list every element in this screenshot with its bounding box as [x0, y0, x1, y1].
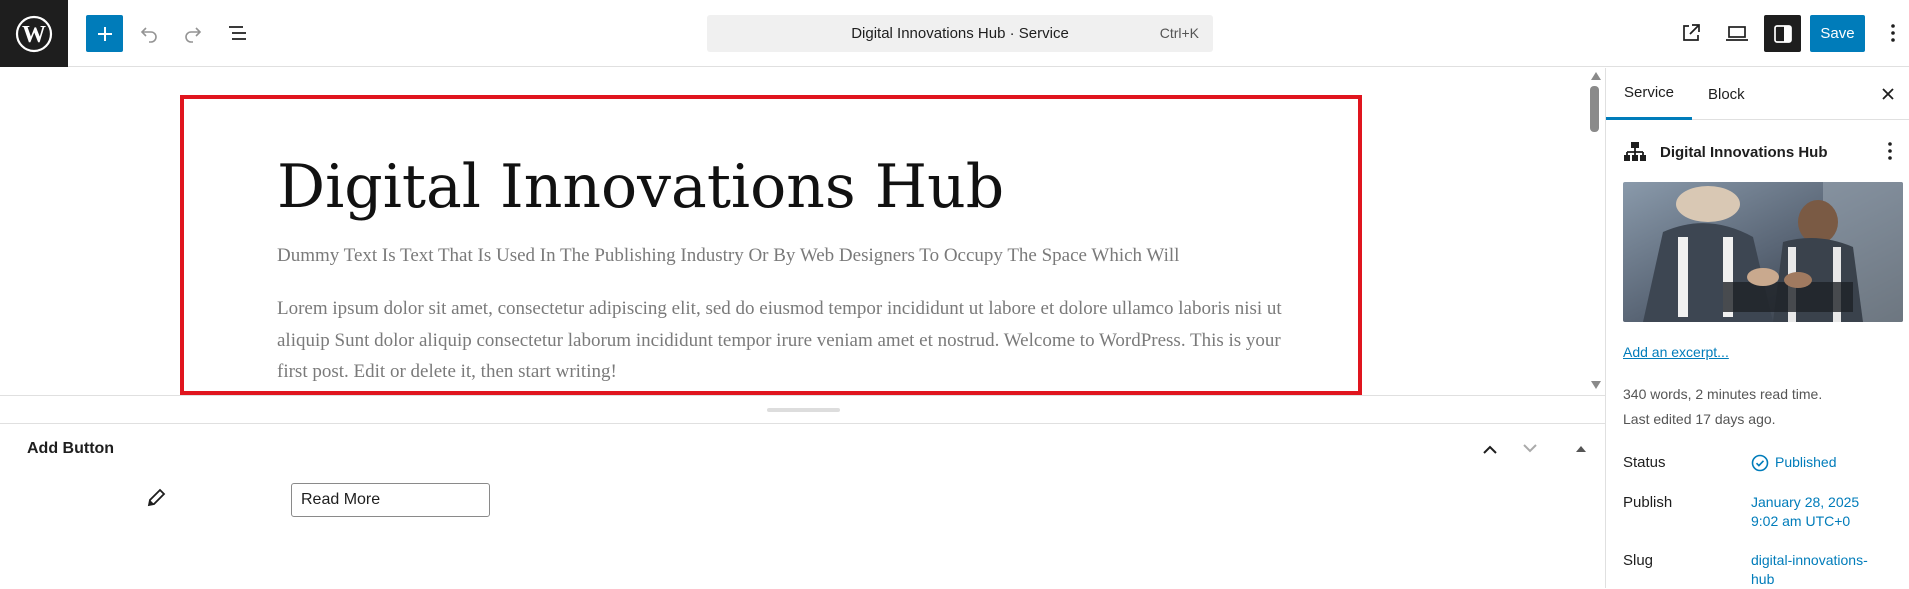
laptop-icon — [1726, 26, 1748, 41]
undo-icon — [140, 27, 157, 43]
view-post-button[interactable] — [1676, 18, 1706, 48]
add-excerpt-link[interactable]: Add an excerpt... — [1623, 344, 1729, 360]
svg-text:W: W — [22, 22, 46, 48]
caret-up-icon — [1576, 446, 1586, 452]
meta-boxes-resize-bar[interactable] — [0, 395, 1605, 424]
settings-toggle-button[interactable] — [1764, 15, 1801, 52]
slug-button[interactable]: digital-innovations- hub — [1751, 551, 1868, 589]
post-title: Digital Innovations Hub — [1660, 144, 1828, 161]
chevron-up-icon — [1483, 445, 1497, 454]
canvas-scrollbar[interactable] — [1588, 68, 1602, 395]
last-edited: Last edited 17 days ago. — [1623, 411, 1776, 427]
post-stats: 340 words, 2 minutes read time. Last edi… — [1623, 382, 1822, 432]
document-title: Digital Innovations Hub · Service — [851, 25, 1069, 42]
plus-icon — [97, 26, 112, 41]
meta-box-title: Add Button — [27, 440, 115, 457]
move-up-button[interactable] — [1478, 437, 1502, 461]
publish-time: 9:02 am UTC+0 — [1751, 513, 1851, 529]
publish-date-button[interactable]: January 28, 2025 9:02 am UTC+0 — [1751, 493, 1859, 531]
undo-button[interactable] — [134, 18, 164, 48]
publish-date: January 28, 2025 — [1751, 494, 1860, 510]
published-check-icon — [1751, 454, 1769, 471]
collapse-panel-button[interactable] — [1569, 437, 1593, 461]
options-menu-button[interactable] — [1878, 18, 1908, 48]
keyboard-shortcut: Ctrl+K — [1159, 25, 1199, 41]
button-text-input[interactable]: Read More — [291, 483, 490, 517]
settings-sidebar: Service Block Digital Innovations Hub Ad… — [1605, 68, 1909, 588]
sidebar-tabs: Service Block — [1606, 68, 1909, 120]
command-palette-bar[interactable]: Digital Innovations Hub · Service Ctrl+K — [707, 15, 1213, 52]
close-sidebar-button[interactable] — [1878, 84, 1898, 104]
kebab-menu-icon — [1888, 142, 1892, 160]
hierarchy-icon — [1624, 142, 1646, 161]
hero-paragraph[interactable]: Lorem ipsum dolor sit amet, consectetur … — [277, 293, 1307, 388]
redo-button[interactable] — [178, 18, 208, 48]
sidebar-toggle-icon — [1773, 24, 1792, 43]
scroll-up-arrow-icon[interactable] — [1591, 72, 1601, 80]
page-title[interactable]: Digital Innovations Hub — [277, 152, 1004, 222]
chevron-down-icon — [1523, 444, 1537, 453]
document-overview-button[interactable] — [223, 18, 253, 48]
drag-handle[interactable] — [767, 408, 840, 412]
post-summary-header: Digital Innovations Hub — [1623, 141, 1893, 165]
scroll-thumb[interactable] — [1590, 86, 1599, 132]
slug-line-1: digital-innovations- — [1751, 552, 1868, 568]
editor-header: W Digital Innovations Hub · Service Ctrl… — [0, 0, 1909, 67]
status-value: Published — [1775, 454, 1837, 470]
preview-button[interactable] — [1722, 18, 1752, 48]
close-icon — [1882, 88, 1894, 100]
list-view-icon — [229, 26, 246, 40]
status-value-button[interactable]: Published — [1751, 453, 1837, 472]
tab-block[interactable]: Block — [1690, 68, 1763, 120]
kebab-menu-icon — [1891, 24, 1895, 42]
pencil-icon — [145, 487, 167, 514]
scroll-down-arrow-icon[interactable] — [1591, 381, 1601, 389]
hero-subtitle[interactable]: Dummy Text Is Text That Is Used In The P… — [277, 245, 1179, 267]
add-block-button[interactable] — [86, 15, 123, 52]
wordpress-logo-icon[interactable]: W — [0, 0, 68, 67]
editor-canvas[interactable]: Digital Innovations Hub Dummy Text Is Te… — [0, 68, 1605, 395]
redo-icon — [185, 27, 202, 43]
save-button[interactable]: Save — [1810, 15, 1865, 52]
post-actions-button[interactable] — [1887, 141, 1893, 166]
move-down-button[interactable] — [1518, 437, 1542, 461]
external-link-icon — [1683, 24, 1700, 41]
publish-label: Publish — [1623, 494, 1673, 511]
status-label: Status — [1623, 454, 1666, 471]
selected-cover-block[interactable]: Digital Innovations Hub Dummy Text Is Te… — [180, 95, 1362, 395]
meta-box-panel: Add Button Read More — [0, 425, 1605, 588]
tab-service[interactable]: Service — [1606, 68, 1693, 120]
word-count: 340 words, 2 minutes read time. — [1623, 386, 1823, 402]
slug-label: Slug — [1623, 552, 1654, 569]
featured-image[interactable] — [1623, 182, 1903, 322]
slug-line-2: hub — [1751, 571, 1775, 587]
